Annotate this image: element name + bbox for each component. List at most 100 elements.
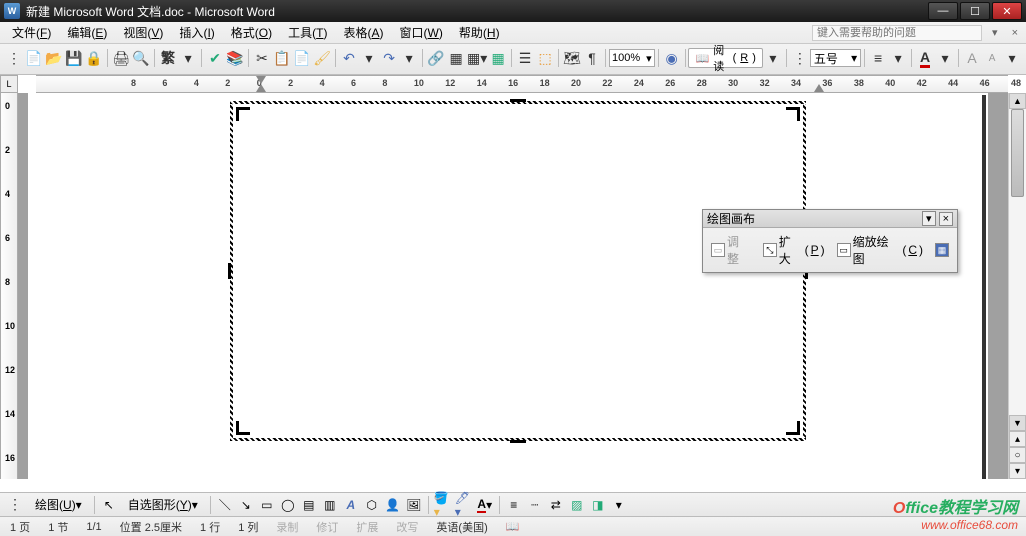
menu-tools[interactable]: 工具(T) <box>280 22 335 43</box>
arrow-style-button[interactable]: ⇄ <box>546 495 566 515</box>
show-marks-button[interactable]: ¶ <box>582 47 602 69</box>
trad-simp-dropdown[interactable]: ▾ <box>178 47 198 69</box>
paste-button[interactable]: 📄 <box>292 47 312 69</box>
drawing-overflow[interactable]: ▾ <box>609 495 629 515</box>
float-toolbar-options[interactable]: ▾ <box>922 211 936 226</box>
fit-button[interactable]: ▭调整 <box>707 231 755 269</box>
scale-drawing-button[interactable]: ▭缩放绘图(C) <box>833 231 927 269</box>
grip-icon-2[interactable]: ⋮ <box>790 47 810 69</box>
toolbar-overflow-2[interactable]: ▾ <box>1002 47 1022 69</box>
status-extend[interactable]: 扩展 <box>356 519 378 535</box>
resize-handle-bottom[interactable] <box>510 440 526 443</box>
menu-help[interactable]: 帮助(H) <box>451 22 508 43</box>
print-button[interactable]: 🖨 <box>111 47 131 69</box>
draw-menu[interactable]: 绘图(U)▾ <box>27 494 90 515</box>
wordart-button[interactable]: A <box>341 495 361 515</box>
autoshapes-menu[interactable]: 自选图形(Y)▾ <box>120 494 206 515</box>
scroll-track[interactable] <box>1009 109 1026 415</box>
menu-window[interactable]: 窗口(W) <box>392 22 451 43</box>
help-search-input[interactable] <box>812 25 982 41</box>
scroll-up-button[interactable]: ▲ <box>1009 93 1026 109</box>
float-toolbar-header[interactable]: 绘图画布 ▾ × <box>703 210 957 228</box>
undo-button[interactable]: ↶ <box>339 47 359 69</box>
hyperlink-button[interactable]: 🔗 <box>426 47 446 69</box>
scroll-thumb[interactable] <box>1011 109 1024 197</box>
research-button[interactable]: 📚 <box>225 47 245 69</box>
arrow-button[interactable]: ↘ <box>236 495 256 515</box>
align-dropdown[interactable]: ▾ <box>888 47 908 69</box>
open-button[interactable]: 📂 <box>44 47 64 69</box>
permission-button[interactable]: 🔒 <box>84 47 104 69</box>
menu-table[interactable]: 表格(A) <box>336 22 392 43</box>
maximize-button[interactable]: ☐ <box>960 2 990 20</box>
browse-object-button[interactable]: ○ <box>1009 447 1026 463</box>
tab-selector[interactable]: L <box>0 75 18 93</box>
prev-page-button[interactable]: ▴ <box>1009 431 1026 447</box>
font-color-dropdown[interactable]: ▾ <box>935 47 955 69</box>
columns-button[interactable]: ☰ <box>515 47 535 69</box>
textbox-button[interactable]: ▤ <box>299 495 319 515</box>
document-close-button[interactable]: × <box>1008 27 1022 39</box>
menu-edit[interactable]: 编辑(E) <box>59 22 115 43</box>
select-objects-button[interactable]: ↖ <box>99 495 119 515</box>
drawing-canvas-toolbar[interactable]: 绘图画布 ▾ × ▭调整 ⤡扩大(P) ▭缩放绘图(C) ▦ <box>702 209 958 273</box>
text-wrap-button[interactable]: ▦ <box>931 241 953 259</box>
redo-button[interactable]: ↷ <box>379 47 399 69</box>
cut-button[interactable]: ✂ <box>252 47 272 69</box>
redo-dropdown[interactable]: ▾ <box>399 47 419 69</box>
menu-insert[interactable]: 插入(I) <box>171 22 222 43</box>
vertical-scrollbar[interactable]: ▲ ▼ ▴ ○ ▾ <box>1008 93 1026 479</box>
excel-button[interactable]: ▦ <box>488 47 508 69</box>
right-indent-marker[interactable] <box>814 84 824 92</box>
format-painter-button[interactable]: 🖌 <box>312 47 332 69</box>
menu-file[interactable]: 文件(F) <box>4 22 59 43</box>
status-revision[interactable]: 修订 <box>316 519 338 535</box>
status-language[interactable]: 英语(美国) <box>436 519 487 535</box>
line-color-button[interactable]: 🖊▾ <box>454 495 474 515</box>
indent-marker[interactable] <box>256 76 266 84</box>
status-book-icon[interactable]: 📖 <box>506 520 520 533</box>
doc-map-button[interactable]: 🗺 <box>562 47 582 69</box>
dash-style-button[interactable]: ┈ <box>525 495 545 515</box>
close-button[interactable]: ✕ <box>992 2 1022 20</box>
zoom-selector[interactable]: 100%▾ <box>609 49 655 67</box>
save-button[interactable]: 💾 <box>64 47 84 69</box>
insert-table-button[interactable]: ▦▾ <box>466 47 488 69</box>
grip-icon-3[interactable]: ⋮ <box>4 494 26 516</box>
shrink-font-button[interactable]: A <box>982 47 1002 69</box>
tables-borders-button[interactable]: ▦ <box>446 47 466 69</box>
font-color-button-2[interactable]: A▾ <box>475 495 495 515</box>
spellcheck-button[interactable]: ✔ <box>205 47 225 69</box>
clipart-button[interactable]: 👤 <box>383 495 403 515</box>
font-color-button[interactable]: A <box>915 47 935 69</box>
float-toolbar-close[interactable]: × <box>939 212 953 226</box>
indent-marker-bottom[interactable] <box>256 84 266 92</box>
insert-picture-button[interactable]: 🖼 <box>404 495 424 515</box>
diagram-button[interactable]: ⬡ <box>362 495 382 515</box>
line-button[interactable]: ＼ <box>215 495 235 515</box>
next-page-button[interactable]: ▾ <box>1009 463 1026 479</box>
menu-dropdown-icon[interactable]: ▾ <box>988 26 1002 39</box>
grip-icon[interactable]: ⋮ <box>4 47 24 69</box>
trad-simp-button[interactable]: 繁 <box>158 47 178 69</box>
3d-button[interactable]: ◨ <box>588 495 608 515</box>
horizontal-ruler[interactable]: 8642024681012141618202224262830323436384… <box>36 75 1008 93</box>
scroll-down-button[interactable]: ▼ <box>1009 415 1026 431</box>
document-page[interactable] <box>28 93 988 479</box>
shadow-button[interactable]: ▨ <box>567 495 587 515</box>
rectangle-button[interactable]: ▭ <box>257 495 277 515</box>
resize-handle-top[interactable] <box>510 99 526 102</box>
new-doc-button[interactable]: 📄 <box>24 47 44 69</box>
undo-dropdown[interactable]: ▾ <box>359 47 379 69</box>
minimize-button[interactable]: — <box>928 2 958 20</box>
vertical-textbox-button[interactable]: ▥ <box>320 495 340 515</box>
toolbar-overflow[interactable]: ▾ <box>763 47 783 69</box>
align-distribute-button[interactable]: ≡ <box>868 47 888 69</box>
status-overwrite[interactable]: 改写 <box>396 519 418 535</box>
help-button[interactable]: ◉ <box>662 47 682 69</box>
grow-font-button[interactable]: A <box>962 47 982 69</box>
status-record[interactable]: 录制 <box>276 519 298 535</box>
menu-format[interactable]: 格式(O) <box>223 22 280 43</box>
vertical-ruler[interactable]: 0246810121416 <box>0 93 18 479</box>
oval-button[interactable]: ◯ <box>278 495 298 515</box>
